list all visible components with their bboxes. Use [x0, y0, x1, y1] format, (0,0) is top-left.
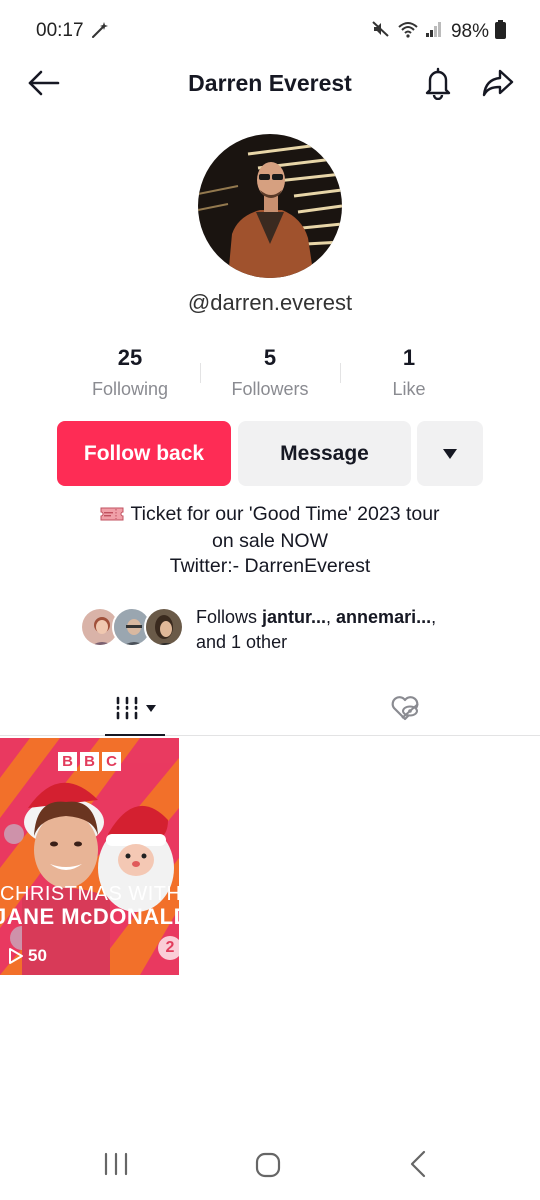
- username: @darren.everest: [187, 290, 353, 315]
- status-bar: 00:17 98%: [0, 0, 540, 60]
- tab-liked[interactable]: [375, 680, 435, 736]
- status-time: 00:17: [36, 20, 84, 41]
- bio-line: Ticket for our 'Good Time' 2023 tour: [0, 502, 540, 529]
- active-tab-indicator: [105, 734, 165, 736]
- bio-line: on sale NOW: [212, 530, 328, 552]
- mutual-name: jantur...: [262, 607, 327, 627]
- bell-icon: [425, 67, 451, 100]
- battery-percent: 98%: [450, 20, 489, 42]
- bio-line: Twitter:- DarrenEverest: [169, 555, 371, 577]
- home-button[interactable]: [255, 1152, 281, 1183]
- stat-following[interactable]: 25 Following: [60, 345, 200, 400]
- mutual-name: annemari...: [336, 607, 432, 627]
- channel-number-badge: 2: [158, 936, 179, 960]
- notifications-button[interactable]: [418, 64, 458, 102]
- channel-logo-letter: C: [102, 752, 121, 771]
- profile-actions: Follow back Message: [0, 421, 540, 486]
- view-count-value: 50: [28, 946, 47, 965]
- caret-down-icon: [146, 704, 156, 712]
- magic-wand-icon: [90, 20, 110, 45]
- content-tabs: [0, 680, 540, 736]
- wifi-icon: [397, 19, 419, 44]
- channel-logo-letter: B: [58, 752, 77, 771]
- thumbnail-title-line1: CHRISTMAS WITH: [0, 883, 179, 905]
- profile-avatar[interactable]: [198, 134, 342, 278]
- grid-icon: [116, 696, 138, 720]
- view-count: 50: [8, 946, 47, 966]
- page-title: Darren Everest: [188, 70, 352, 96]
- mute-icon: [371, 19, 391, 44]
- stat-value: 5: [263, 345, 277, 370]
- channel-logo-letter: B: [80, 752, 99, 771]
- share-icon: [482, 69, 514, 97]
- recent-apps-icon: [104, 1152, 128, 1176]
- play-icon: [9, 948, 23, 964]
- thumbnail-image: [0, 738, 179, 975]
- mutual-followers[interactable]: Follows jantur..., annemari..., and 1 ot…: [80, 605, 500, 653]
- share-button[interactable]: [478, 64, 518, 102]
- stat-label: Followers: [231, 379, 309, 399]
- stat-value: 25: [117, 345, 143, 370]
- battery-icon: [495, 19, 506, 44]
- message-button[interactable]: Message: [238, 421, 411, 486]
- thumbnail-title-line2: JANE McDONALD: [0, 904, 179, 929]
- follow-back-button[interactable]: Follow back: [57, 421, 231, 486]
- profile-stats: 25 Following 5 Followers 1 Like: [0, 345, 540, 405]
- mutual-line1: Follows jantur..., annemari...,: [196, 607, 437, 627]
- home-icon: [255, 1152, 281, 1178]
- channel-logo: B B C: [58, 752, 121, 771]
- stat-label: Like: [392, 379, 426, 399]
- stat-likes[interactable]: 1 Like: [339, 345, 479, 400]
- tab-videos[interactable]: [105, 680, 165, 736]
- signal-icon: [425, 20, 443, 43]
- bio-text: Ticket for our 'Good Time' 2023 tour: [130, 503, 440, 525]
- suggested-accounts-button[interactable]: [417, 421, 483, 486]
- hidden-heart-icon: [391, 696, 419, 721]
- ticket-icon: [100, 504, 124, 529]
- system-back-button[interactable]: [408, 1150, 428, 1183]
- avatar: [144, 607, 184, 647]
- system-nav-bar: [0, 1140, 540, 1190]
- caret-down-icon: [443, 448, 457, 459]
- top-nav: Darren Everest: [0, 60, 540, 106]
- video-thumbnail[interactable]: B B C CHRISTMAS WITH JANE McDONALD 2 50: [0, 738, 179, 975]
- profile-bio: Ticket for our 'Good Time' 2023 tour on …: [0, 502, 540, 579]
- mutual-line2: and 1 other: [196, 632, 288, 652]
- mutual-avatars: [80, 607, 184, 649]
- stat-value: 1: [402, 345, 416, 370]
- recent-apps-button[interactable]: [102, 1152, 130, 1181]
- mutual-followers-text: Follows jantur..., annemari..., and 1 ot…: [196, 605, 436, 655]
- stat-label: Following: [91, 379, 169, 399]
- stat-followers[interactable]: 5 Followers: [200, 345, 340, 400]
- chevron-left-icon: [410, 1150, 426, 1178]
